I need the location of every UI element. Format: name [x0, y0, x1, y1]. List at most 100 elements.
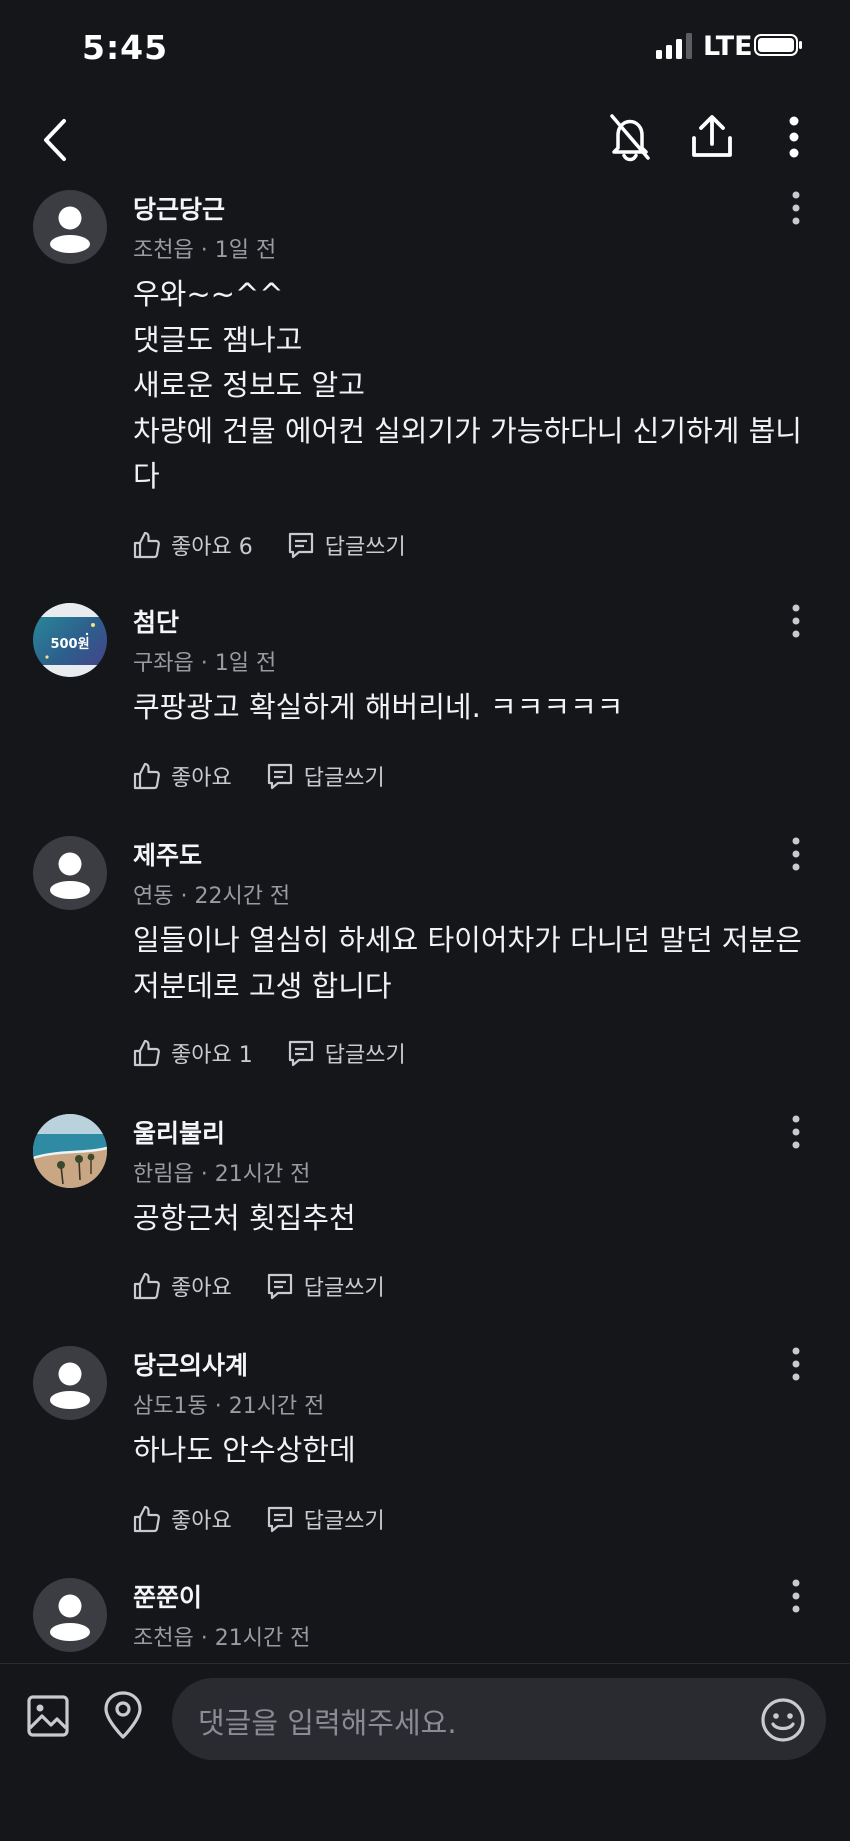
reply-button[interactable]: 답글쓰기: [266, 1503, 385, 1535]
comment-input-placeholder: 댓글을 입력해주세요.: [198, 1706, 457, 1740]
comment-more-button[interactable]: [776, 1344, 816, 1384]
comment-location: 조천읍: [133, 1626, 194, 1651]
more-vertical-icon: [789, 116, 799, 158]
beach-photo-icon: [33, 1114, 107, 1188]
thumbs-up-icon: [133, 531, 160, 559]
like-label: 좋아요 1: [171, 1043, 253, 1068]
comment-location: 연동: [133, 884, 174, 909]
more-vertical-icon: [792, 1115, 800, 1149]
reply-button[interactable]: 답글쓰기: [266, 760, 385, 792]
comment-location: 구좌읍: [133, 651, 194, 676]
comment-more-button[interactable]: [776, 188, 816, 228]
reply-label: 답글쓰기: [303, 1509, 385, 1534]
coin-avatar-icon: 500원: [33, 603, 107, 677]
like-button[interactable]: 좋아요 1: [133, 1037, 253, 1069]
more-options-button[interactable]: [774, 109, 814, 165]
like-label: 좋아요: [171, 1276, 232, 1301]
smiley-icon: [761, 1698, 805, 1742]
comment-location: 조천읍: [133, 238, 194, 263]
thumbs-up-icon: [133, 762, 160, 790]
reply-button[interactable]: 답글쓰기: [287, 1037, 406, 1069]
comment-more-button[interactable]: [776, 1112, 816, 1152]
comment-time: 1일 전: [214, 238, 277, 263]
comment-time: 22시간 전: [194, 884, 291, 909]
comment-time: 1일 전: [214, 651, 277, 676]
avatar[interactable]: [33, 836, 107, 910]
more-vertical-icon: [792, 1579, 800, 1613]
comment-composer: 댓글을 입력해주세요.: [0, 1663, 850, 1841]
comment-meta: 연동 · 22시간 전: [133, 884, 291, 909]
comment-author[interactable]: 쭌쭌이: [133, 1578, 202, 1614]
avatar[interactable]: [33, 1114, 107, 1188]
comment-meta: 한림읍 · 21시간 전: [133, 1162, 311, 1187]
default-user-icon: [33, 836, 107, 910]
comment-time: 21시간 전: [214, 1162, 311, 1187]
share-icon: [692, 115, 732, 157]
image-icon: [27, 1695, 69, 1737]
comment-more-button[interactable]: [776, 834, 816, 874]
reply-button[interactable]: 답글쓰기: [266, 1270, 385, 1302]
like-button[interactable]: 좋아요 6: [133, 529, 253, 561]
network-type: LTE: [703, 31, 753, 62]
like-label: 좋아요: [171, 1509, 232, 1534]
reply-label: 답글쓰기: [324, 535, 406, 560]
default-user-icon: [33, 1578, 107, 1652]
like-label: 좋아요 6: [171, 535, 253, 560]
default-user-icon: [33, 190, 107, 264]
comment-time: 21시간 전: [228, 1394, 325, 1419]
comment-author[interactable]: 제주도: [133, 836, 202, 872]
avatar[interactable]: [33, 1346, 107, 1420]
comment-more-button[interactable]: [776, 1576, 816, 1616]
comment-meta: 삼도1동 · 21시간 전: [133, 1394, 325, 1419]
more-vertical-icon: [792, 604, 800, 638]
reply-button[interactable]: 답글쓰기: [287, 529, 406, 561]
comment-more-button[interactable]: [776, 601, 816, 641]
status-bar: 5:45 LTE: [0, 0, 850, 95]
back-arrow-icon: [44, 119, 66, 161]
avatar[interactable]: 500원: [33, 603, 107, 677]
reply-comment-icon: [267, 1506, 292, 1533]
emoji-button[interactable]: [760, 1697, 806, 1743]
location-attach-button[interactable]: [101, 1690, 145, 1740]
reply-label: 답글쓰기: [324, 1043, 406, 1068]
reply-comment-icon: [267, 1273, 292, 1300]
like-button[interactable]: 좋아요: [133, 1503, 232, 1535]
more-vertical-icon: [792, 837, 800, 871]
signal-icon: [656, 33, 692, 59]
avatar[interactable]: [33, 190, 107, 264]
reply-comment-icon: [267, 763, 292, 790]
photo-attach-button[interactable]: [26, 1694, 70, 1738]
comment-text: 일들이나 열심히 하세요 타이어차가 다니던 말던 저분은 저분데로 고생 합니…: [133, 923, 812, 1003]
battery-icon: [754, 34, 802, 56]
comment-text: 쿠팡광고 확실하게 해버리네. ㅋㅋㅋㅋㅋ: [133, 690, 624, 724]
nav-bar: [0, 95, 850, 185]
avatar[interactable]: [33, 1578, 107, 1652]
comment-author[interactable]: 울리불리: [133, 1114, 225, 1150]
default-user-icon: [33, 1346, 107, 1420]
comment-text: 우와~~^^ 댓글도 잼나고 새로운 정보도 알고 차량에 건물 에어컨 실외기…: [133, 277, 802, 493]
back-button[interactable]: [30, 113, 80, 167]
share-button[interactable]: [686, 109, 738, 165]
like-button[interactable]: 좋아요: [133, 1270, 232, 1302]
reply-comment-icon: [288, 1040, 313, 1067]
comment-meta: 조천읍 · 21시간 전: [133, 1626, 311, 1651]
like-button[interactable]: 좋아요: [133, 760, 232, 792]
coin-label: 500원: [50, 637, 89, 652]
comment-author[interactable]: 당근당근: [133, 190, 225, 226]
comment-actions: 좋아요 6 답글쓰기: [133, 527, 406, 563]
comment-actions: 좋아요 1 답글쓰기: [133, 1035, 406, 1071]
more-vertical-icon: [792, 1347, 800, 1381]
comment-text: 공항근처 횟집추천: [133, 1201, 356, 1235]
thumbs-up-icon: [133, 1505, 160, 1533]
comment-location: 삼도1동: [133, 1394, 208, 1419]
comment-input[interactable]: 댓글을 입력해주세요.: [172, 1678, 826, 1760]
comment-author[interactable]: 첨단: [133, 603, 179, 639]
bell-off-icon: [610, 114, 650, 162]
reply-comment-icon: [288, 532, 313, 559]
comment-actions: 좋아요 답글쓰기: [133, 1268, 385, 1304]
reply-label: 답글쓰기: [303, 766, 385, 791]
comment-actions: 좋아요 답글쓰기: [133, 758, 385, 794]
comment-author[interactable]: 당근의사계: [133, 1346, 248, 1382]
comment-meta: 조천읍 · 1일 전: [133, 238, 277, 263]
notification-off-button[interactable]: [604, 109, 656, 165]
